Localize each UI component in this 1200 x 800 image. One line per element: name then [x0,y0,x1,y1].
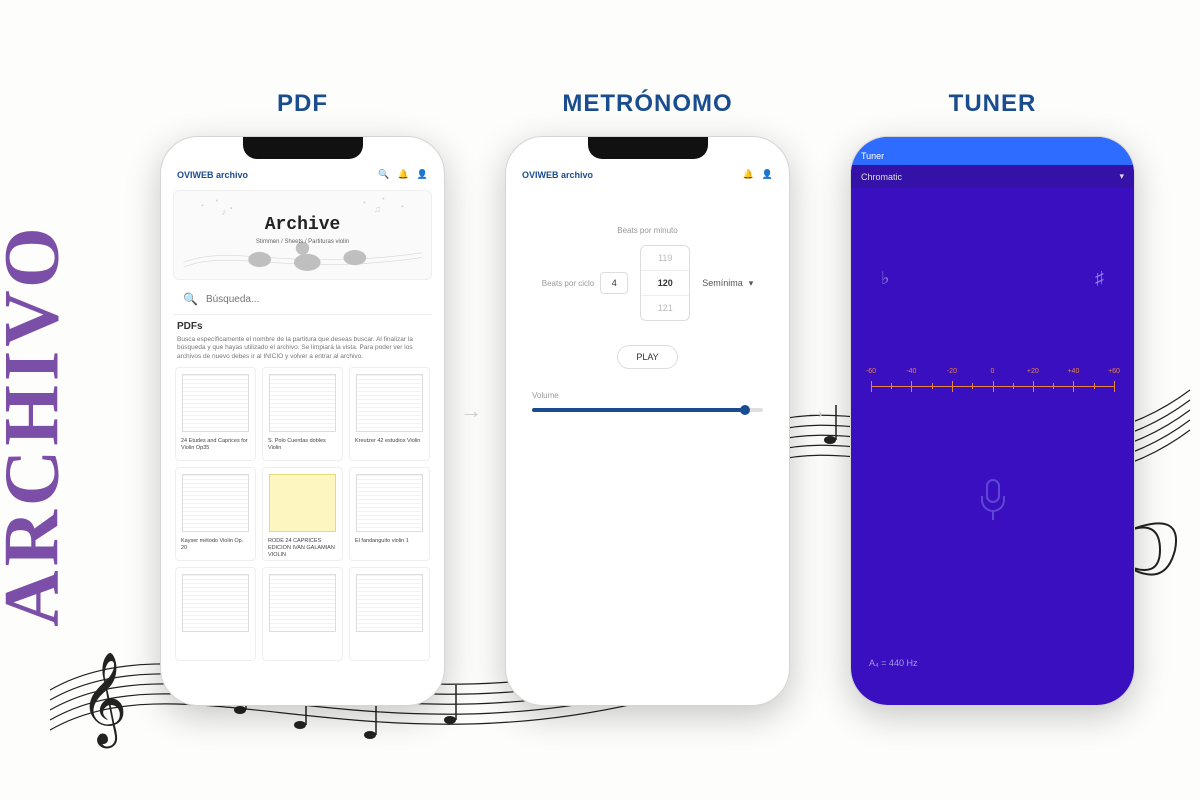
search-input[interactable] [206,294,422,305]
pdf-appbar-title: OVIWEB archivo [177,170,248,180]
pdf-card[interactable]: 24 Etudes and Caprices for Violin Op35 [175,367,256,461]
bpc-label: Beats por ciclo [542,279,594,288]
chevron-down-icon: ▾ [749,278,754,289]
tuner-title: Tuner [861,151,884,161]
pdf-section-header: PDFs [169,317,436,336]
archive-hero: ♪♫ Archive Sti [173,190,432,280]
archive-hero-subtitle: Stimmen / Sheets / Partituras violin [256,239,349,247]
column-label-metronome: METRÓNOMO [562,90,732,118]
reference-frequency: A₄ = 440 Hz [869,658,917,668]
microphone-icon[interactable] [976,478,1010,522]
phone-tuner: Tuner Chromatic ▾ ♭ ♯ -60 -40 -20 0 +20 [850,136,1135,706]
pdf-card-title: Kreutzer 42 estudios Violin [350,438,429,460]
svg-text:♫: ♫ [374,204,381,215]
pdf-card[interactable]: S. Polo Cuerdas dobles Violin [262,367,343,461]
bpm-prev[interactable]: 119 [641,246,689,271]
arrow-icon: → [805,398,827,424]
pdf-card[interactable] [262,567,343,661]
volume-slider-thumb[interactable] [740,405,750,415]
column-label-tuner: TUNER [949,90,1037,118]
pdf-card[interactable]: El fandanguito violin 1 [349,467,430,561]
arrow-icon: → [460,398,482,424]
pdf-card-title: 24 Etudes and Caprices for Violin Op35 [176,438,255,460]
sharp-icon: ♯ [1095,268,1104,289]
tuner-mode-label: Chromatic [861,172,902,182]
bpm-current[interactable]: 120 [641,271,689,296]
pdf-card[interactable]: RODE 24 CAPRICES EDICION IVAN GALAMIAN V… [262,467,343,561]
bell-icon[interactable]: 🔔 [743,169,754,180]
note-value-label: Semínima [702,278,743,288]
tuner-titlebar: Tuner [851,137,1134,165]
beats-per-cycle-input[interactable]: 4 [600,272,628,294]
pdf-card[interactable] [175,567,256,661]
metronome-appbar: OVIWEB archivo 🔔 👤 [514,167,781,186]
cents-ruler: -60 -40 -20 0 +20 +40 +60 [871,368,1114,408]
phone-metronome: OVIWEB archivo 🔔 👤 Beats por minuto Beat… [505,136,790,706]
pdf-card-title: El fandanguito violin 1 [350,538,429,560]
note-value-select[interactable]: Semínima ▾ [702,278,753,289]
phone-pdf: OVIWEB archivo 🔍 🔔 👤 ♪ ♫ [160,136,445,706]
svg-text:♪: ♪ [222,207,227,218]
play-button[interactable]: PLAY [617,345,677,369]
pdf-appbar: OVIWEB archivo 🔍 🔔 👤 [169,167,436,186]
archive-hero-title: Archive [265,215,341,235]
bpm-next[interactable]: 121 [641,296,689,320]
volume-label: Volume [532,391,763,400]
svg-text:𝄞: 𝄞 [80,653,127,748]
pdf-card[interactable]: Kayser método Violin Op. 20 [175,467,256,561]
pdf-helper-text: Busca específicamente el nombre de la pa… [169,336,436,367]
pdf-card[interactable]: Kreutzer 42 estudios Violin [349,367,430,461]
search-icon[interactable]: 🔍 [378,169,389,180]
volume-slider[interactable] [532,408,763,412]
bpm-picker[interactable]: 119 120 121 [640,245,690,321]
bell-icon[interactable]: 🔔 [398,169,409,180]
tuner-mode-select[interactable]: Chromatic ▾ [851,165,1134,188]
pdf-card-title: RODE 24 CAPRICES EDICION IVAN GALAMIAN V… [263,538,342,560]
user-icon[interactable]: 👤 [417,169,428,180]
volume-slider-fill [532,408,745,412]
chevron-down-icon: ▾ [1119,171,1124,182]
search-row[interactable]: 🔍 [173,284,432,315]
pdf-card-title: Kayser método Violin Op. 20 [176,538,255,560]
pdf-card-title [176,638,255,660]
search-icon: 🔍 [183,292,198,306]
flat-icon: ♭ [881,268,890,289]
pdf-card-title: S. Polo Cuerdas dobles Violin [263,438,342,460]
pdf-grid: 24 Etudes and Caprices for Violin Op35 S… [169,367,436,661]
metronome-appbar-title: OVIWEB archivo [522,170,593,180]
pdf-card[interactable] [349,567,430,661]
bpm-label: Beats por minuto [532,226,763,235]
pdf-card-title [350,638,429,660]
column-label-pdf: PDF [277,90,328,118]
pdf-card-title [263,638,342,660]
page-vertical-title: ARCHIVO [0,223,77,626]
user-icon[interactable]: 👤 [762,169,773,180]
